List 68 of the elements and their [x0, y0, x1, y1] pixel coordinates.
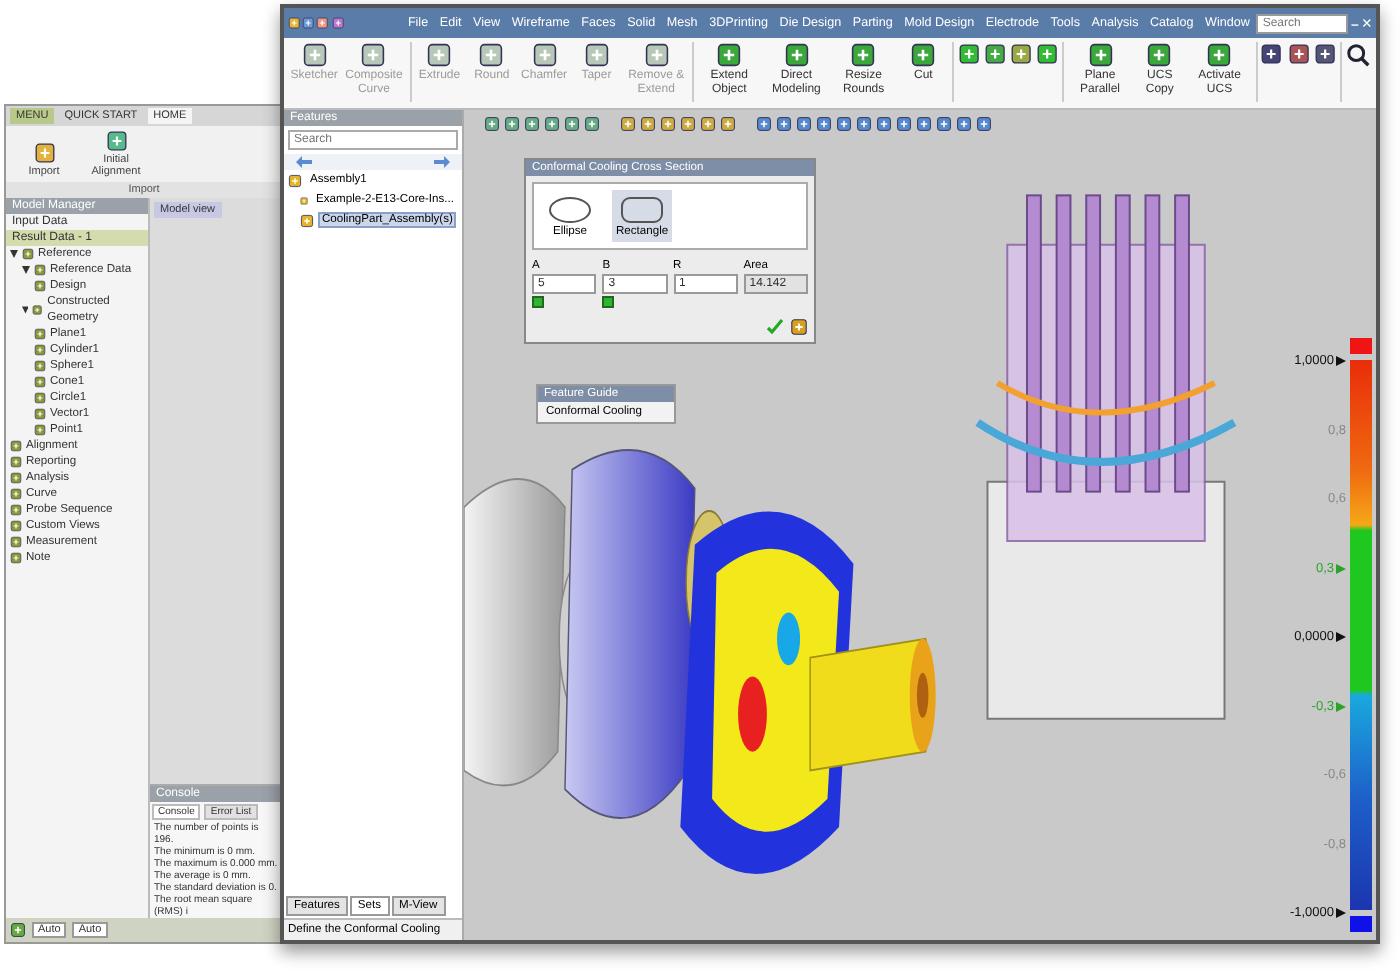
tree-node-icon [22, 248, 34, 260]
search-icon[interactable] [1345, 42, 1370, 68]
checkbox[interactable] [602, 296, 615, 308]
tree-node-icon [32, 304, 44, 316]
toolbar-icon[interactable] [956, 116, 972, 132]
pointer-icon [1336, 701, 1346, 711]
forward-arrow-icon[interactable] [434, 156, 450, 168]
toolbar-icon[interactable] [790, 318, 808, 336]
pointer-icon [1336, 356, 1346, 366]
toolbar-icon[interactable] [1009, 42, 1033, 66]
checkbox[interactable] [532, 296, 544, 308]
toolbar-icon[interactable] [836, 116, 852, 132]
feature-icon [300, 213, 314, 227]
ellipse-shape-icon [544, 194, 596, 226]
toolbar-icon[interactable] [484, 116, 500, 132]
feature-icon [300, 193, 309, 207]
back-arrow-icon[interactable] [296, 156, 312, 168]
pointer-icon [1336, 563, 1346, 573]
toolbar-icon[interactable] [776, 116, 792, 132]
tree-node-icon [34, 344, 46, 356]
tree-node-icon [34, 424, 46, 436]
toolbar-icon[interactable] [936, 116, 952, 132]
toolbar-icon[interactable] [756, 116, 772, 132]
toolbar-icon[interactable] [816, 116, 832, 132]
toolbar-icon[interactable] [876, 116, 892, 132]
close-icon[interactable] [1362, 16, 1372, 30]
toolbar-icon [105, 130, 127, 152]
rounded-rectangle-icon [616, 194, 669, 226]
toolbar-icon[interactable] [983, 42, 1006, 66]
toolbar-icon[interactable] [700, 116, 716, 132]
toolbar-icon[interactable] [564, 116, 580, 132]
toolbar-icon[interactable] [720, 116, 736, 132]
toolbar-icon[interactable] [856, 116, 872, 132]
quick-access-icon[interactable] [331, 14, 344, 32]
max-color-swatch [1350, 338, 1372, 354]
toolbar-icon [33, 142, 55, 164]
toolbar-icon[interactable] [524, 116, 540, 132]
tree-node-icon [34, 376, 46, 388]
tree-node-icon [34, 360, 46, 372]
tree-node-icon [34, 392, 46, 404]
toolbar-icon[interactable] [976, 116, 992, 132]
quick-access-icon[interactable] [288, 14, 301, 32]
toolbar-icon[interactable] [957, 42, 980, 66]
toolbar-icon[interactable] [1260, 42, 1284, 66]
tree-node-icon [34, 280, 46, 292]
tree-node-icon [34, 408, 46, 420]
pointer-icon [1336, 908, 1346, 918]
quick-access-icon[interactable] [316, 14, 330, 32]
tree-node-icon [34, 328, 46, 340]
toolbar-icon[interactable] [796, 116, 812, 132]
toolbar-icon[interactable] [660, 116, 676, 132]
status-icon[interactable] [10, 922, 26, 938]
toolbar-icon[interactable] [544, 116, 560, 132]
toolbar-icon[interactable] [1036, 42, 1059, 66]
toolbar-icon[interactable] [916, 116, 932, 132]
toolbar-icon[interactable] [680, 116, 696, 132]
pointer-icon [1336, 632, 1346, 642]
quick-access-icon[interactable] [302, 14, 315, 32]
tree-node-icon [34, 264, 46, 276]
toolbar-icon[interactable] [584, 116, 600, 132]
toolbar-icon[interactable] [1313, 42, 1336, 66]
toolbar-icon[interactable] [896, 116, 912, 132]
confirm-icon[interactable] [766, 318, 784, 336]
toolbar-icon[interactable] [1287, 42, 1310, 66]
toolbar-icon[interactable] [640, 116, 656, 132]
toolbar-icon[interactable] [620, 116, 636, 132]
toolbar-icon[interactable] [504, 116, 520, 132]
min-color-swatch [1350, 916, 1372, 932]
